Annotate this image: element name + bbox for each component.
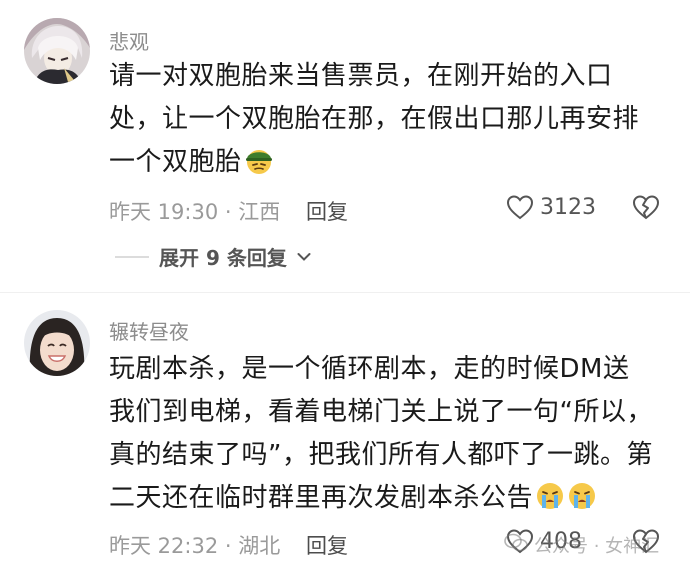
reply-button[interactable]: 回复 <box>306 196 348 226</box>
watermark: 公众号 · 女神汇 <box>504 532 659 558</box>
reply-button[interactable]: 回复 <box>306 530 348 560</box>
comment-time-location: 昨天 22:32 · 湖北 <box>109 534 281 558</box>
wechat-icon <box>504 533 528 558</box>
comment-time-location: 昨天 19:30 · 江西 <box>109 200 281 224</box>
avatar[interactable] <box>24 18 90 84</box>
comment-divider <box>0 292 690 293</box>
comment-text: 请一对双胞胎来当售票员，在刚开始的入口处，让一个双胞胎在那，在假出口那儿再安排一… <box>109 55 654 184</box>
expand-replies[interactable]: 展开 9 条回复 <box>115 242 311 271</box>
like-count: 3123 <box>540 194 596 220</box>
comment-text-content: 请一对双胞胎来当售票员，在刚开始的入口处，让一个双胞胎在那，在假出口那儿再安排一… <box>109 61 640 177</box>
broken-heart-icon[interactable] <box>632 194 660 224</box>
expand-divider-line <box>115 255 149 258</box>
heart-icon <box>506 194 534 220</box>
soldier-face-emoji-icon <box>244 145 274 175</box>
username[interactable]: 悲观 <box>109 26 149 55</box>
crying-face-emoji-icon <box>567 481 597 511</box>
comment-text: 玩剧本杀，是一个循环剧本，走的时候DM送我们到电梯，看着电梯门关上说了一句“所以… <box>109 348 654 520</box>
watermark-text: 公众号 · 女神汇 <box>534 536 660 557</box>
expand-replies-label: 展开 9 条回复 <box>159 246 287 270</box>
avatar[interactable] <box>24 310 90 376</box>
crying-face-emoji-icon <box>535 481 565 511</box>
username[interactable]: 辗转昼夜 <box>109 316 189 345</box>
comment-1: 悲观 请一对双胞胎来当售票员，在刚开始的入口处，让一个双胞胎在那，在假出口那儿再… <box>0 0 690 290</box>
like-button[interactable]: 3123 <box>506 194 596 220</box>
chevron-down-icon <box>297 247 311 266</box>
